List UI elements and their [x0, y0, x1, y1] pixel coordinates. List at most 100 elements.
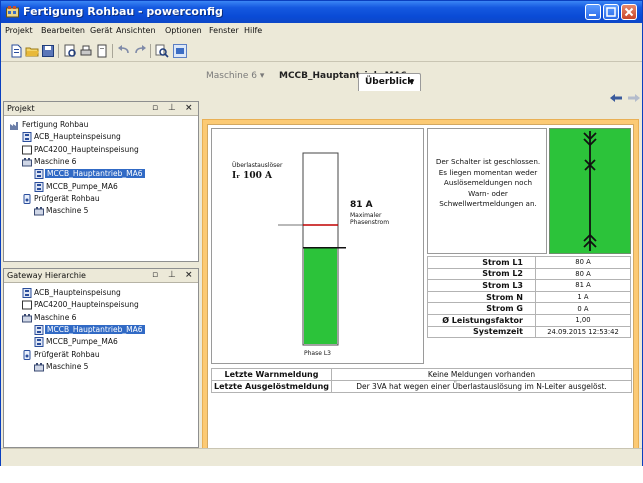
tree-item-label: Prüfgerät Rohbau: [34, 349, 100, 359]
tree-item-label: MCCB_Hauptantrieb_MA6: [45, 324, 145, 334]
measurement-value: 1 A: [535, 290, 631, 304]
tree-item-label: Prüfgerät Rohbau: [34, 193, 100, 203]
measurement-label: Systemzeit: [427, 325, 536, 339]
toolbar-separator: [112, 44, 113, 58]
measurement-value: 0 A: [535, 302, 631, 315]
panel-close-icon[interactable]: ×: [185, 103, 193, 113]
threshold-label: Überlastauslöser: [232, 162, 283, 169]
undo-icon[interactable]: [117, 44, 131, 58]
connect-icon[interactable]: [173, 44, 187, 58]
maximize-button[interactable]: [603, 4, 619, 20]
window-title: Fertigung Rohbau - powerconfig: [23, 5, 223, 18]
close-button[interactable]: [621, 4, 637, 20]
measurement-label: Strom L1: [427, 256, 536, 269]
measurement-label: Strom N: [427, 290, 536, 304]
tree-item-label: Maschine 5: [46, 361, 89, 371]
back-arrow-icon[interactable]: [609, 93, 623, 103]
gateway-panel-title: Gateway Hierarchie: [7, 271, 86, 280]
tree-item-label: Maschine 5: [46, 206, 89, 216]
panel-float-icon[interactable]: ▫: [152, 270, 158, 280]
breadcrumb: Maschine 6 ▾ MCCB_Hauptantrieb_MA6 ▾: [203, 65, 642, 87]
measurement-label: Strom L3: [427, 279, 536, 292]
menu-fenster[interactable]: Fenster: [209, 26, 239, 35]
menu-bearbeiten[interactable]: Bearbeiten: [41, 26, 85, 35]
measurement-row: Systemzeit 24.09.2015 12:53:42: [427, 325, 631, 339]
tree-item-label: MCCB_Hauptantrieb_MA6: [45, 169, 145, 179]
redo-icon[interactable]: [133, 44, 147, 58]
document-icon[interactable]: [95, 44, 109, 58]
measurement-label: Ø Leistungsfaktor: [427, 313, 536, 327]
gateway-panel: Gateway Hierarchie ▫ ⊥ × ACB_Haupteinspe…: [3, 268, 199, 448]
tree-item-label: Fertigung Rohbau: [22, 120, 89, 129]
message-value: Der 3VA hat wegen einer Überlastauslösun…: [331, 380, 632, 393]
panel-pin-icon[interactable]: ⊥: [168, 270, 176, 280]
measurement-row: Ø Leistungsfaktor 1,00: [427, 313, 631, 327]
overview-content: Überlastauslöser Iᵣ 100 A 81 A Maximaler…: [207, 124, 634, 452]
view-selector-label: Überblick: [365, 77, 414, 87]
message-label: Letzte Warnmeldung: [210, 368, 333, 381]
tree-item-label: Maschine 6: [34, 156, 77, 166]
threshold-value: Iᵣ 100 A: [232, 171, 272, 181]
breaker-symbol: [549, 128, 631, 254]
messages-table: Letzte Warnmeldung Keine Meldungen vorhan…: [210, 368, 632, 393]
current-value: 81 A: [350, 200, 373, 210]
tree-item-label: PAC4200_Haupteinspeisung: [34, 144, 139, 154]
maximize-icon: [606, 7, 616, 17]
print-preview-icon[interactable]: [63, 44, 77, 58]
application-window: Fertigung Rohbau - powerconfig Projekt B…: [0, 0, 643, 466]
chevron-down-icon: ▼: [409, 78, 415, 86]
tree-item-label: Maschine 6: [34, 312, 77, 322]
tree-item-label: MCCB_Pumpe_MA6: [46, 337, 118, 347]
menu-hilfe[interactable]: Hilfe: [244, 26, 262, 35]
tree-item-label: ACB_Haupteinspeisung: [34, 132, 121, 142]
menu-projekt[interactable]: Projekt: [5, 26, 33, 35]
breaker-status-box: Der Schalter ist geschlossen. Es liegen …: [427, 128, 547, 254]
minimize-button[interactable]: [585, 4, 601, 20]
project-panel-title: Projekt: [7, 104, 35, 113]
status-bar: [1, 448, 642, 466]
forward-arrow-icon[interactable]: [627, 93, 641, 103]
panel-close-icon[interactable]: ×: [185, 270, 193, 280]
current-label: Maximaler Phasenstrom: [350, 212, 390, 226]
measurement-value: 1,00: [535, 313, 631, 327]
measurement-label: Strom L2: [427, 267, 536, 281]
measurement-row: Strom G0 A: [427, 302, 631, 315]
panel-float-icon[interactable]: ▫: [152, 103, 158, 113]
phase-label: Phase L3: [304, 350, 331, 357]
tree-item-label: MCCB_Pumpe_MA6: [46, 181, 118, 191]
project-panel-header: Projekt ▫ ⊥ ×: [4, 102, 198, 116]
measurement-row: Strom L1 80 A: [427, 256, 631, 269]
overview-frame: Überlastauslöser Iᵣ 100 A 81 A Maximaler…: [202, 119, 639, 458]
title-bar[interactable]: Fertigung Rohbau - powerconfig: [1, 1, 642, 23]
measurement-row: Strom L2 80 A: [427, 267, 631, 281]
measurement-row: Strom L3 81 A: [427, 279, 631, 292]
gauge-bar-fill: [304, 247, 337, 344]
measurements-table: Strom L1 80 A Strom L2 80 A Strom L3 81 A Stro…: [427, 256, 631, 339]
menu-bar: Projekt Bearbeiten Gerät Ansichten Optio…: [1, 23, 642, 40]
minimize-icon: [589, 14, 596, 16]
save-icon[interactable]: [41, 44, 55, 58]
measurement-value: 80 A: [535, 256, 631, 269]
new-document-icon[interactable]: [9, 44, 23, 58]
breaker-closed-icon: [583, 131, 597, 251]
message-label: Letzte Ausgelöstmeldung: [210, 380, 333, 393]
panel-pin-icon[interactable]: ⊥: [168, 103, 176, 113]
print-icon[interactable]: [79, 44, 93, 58]
message-value: Keine Meldungen vorhanden: [331, 368, 632, 381]
breadcrumb-parent[interactable]: Maschine 6 ▾: [206, 71, 264, 81]
measurement-row: Strom N1 A: [427, 290, 631, 304]
app-icon: [6, 6, 19, 18]
measurement-value: 80 A: [535, 267, 631, 281]
phase-current-gauge: Überlastauslöser Iᵣ 100 A 81 A Maximaler…: [211, 128, 424, 364]
toolbar: [1, 40, 642, 62]
menu-ansichten[interactable]: Ansichten: [116, 26, 156, 35]
search-icon[interactable]: [155, 44, 169, 58]
gateway-panel-header: Gateway Hierarchie ▫ ⊥ ×: [4, 269, 198, 283]
toolbar-separator: [150, 44, 151, 58]
open-folder-icon[interactable]: [25, 44, 39, 58]
view-selector-tab[interactable]: Überblick ▼: [358, 73, 421, 91]
tree-item-label: ACB_Haupteinspeisung: [34, 288, 121, 297]
menu-geraet[interactable]: Gerät: [90, 26, 112, 35]
tree-item-label: PAC4200_Haupteinspeisung: [34, 300, 139, 310]
menu-optionen[interactable]: Optionen: [165, 26, 202, 35]
